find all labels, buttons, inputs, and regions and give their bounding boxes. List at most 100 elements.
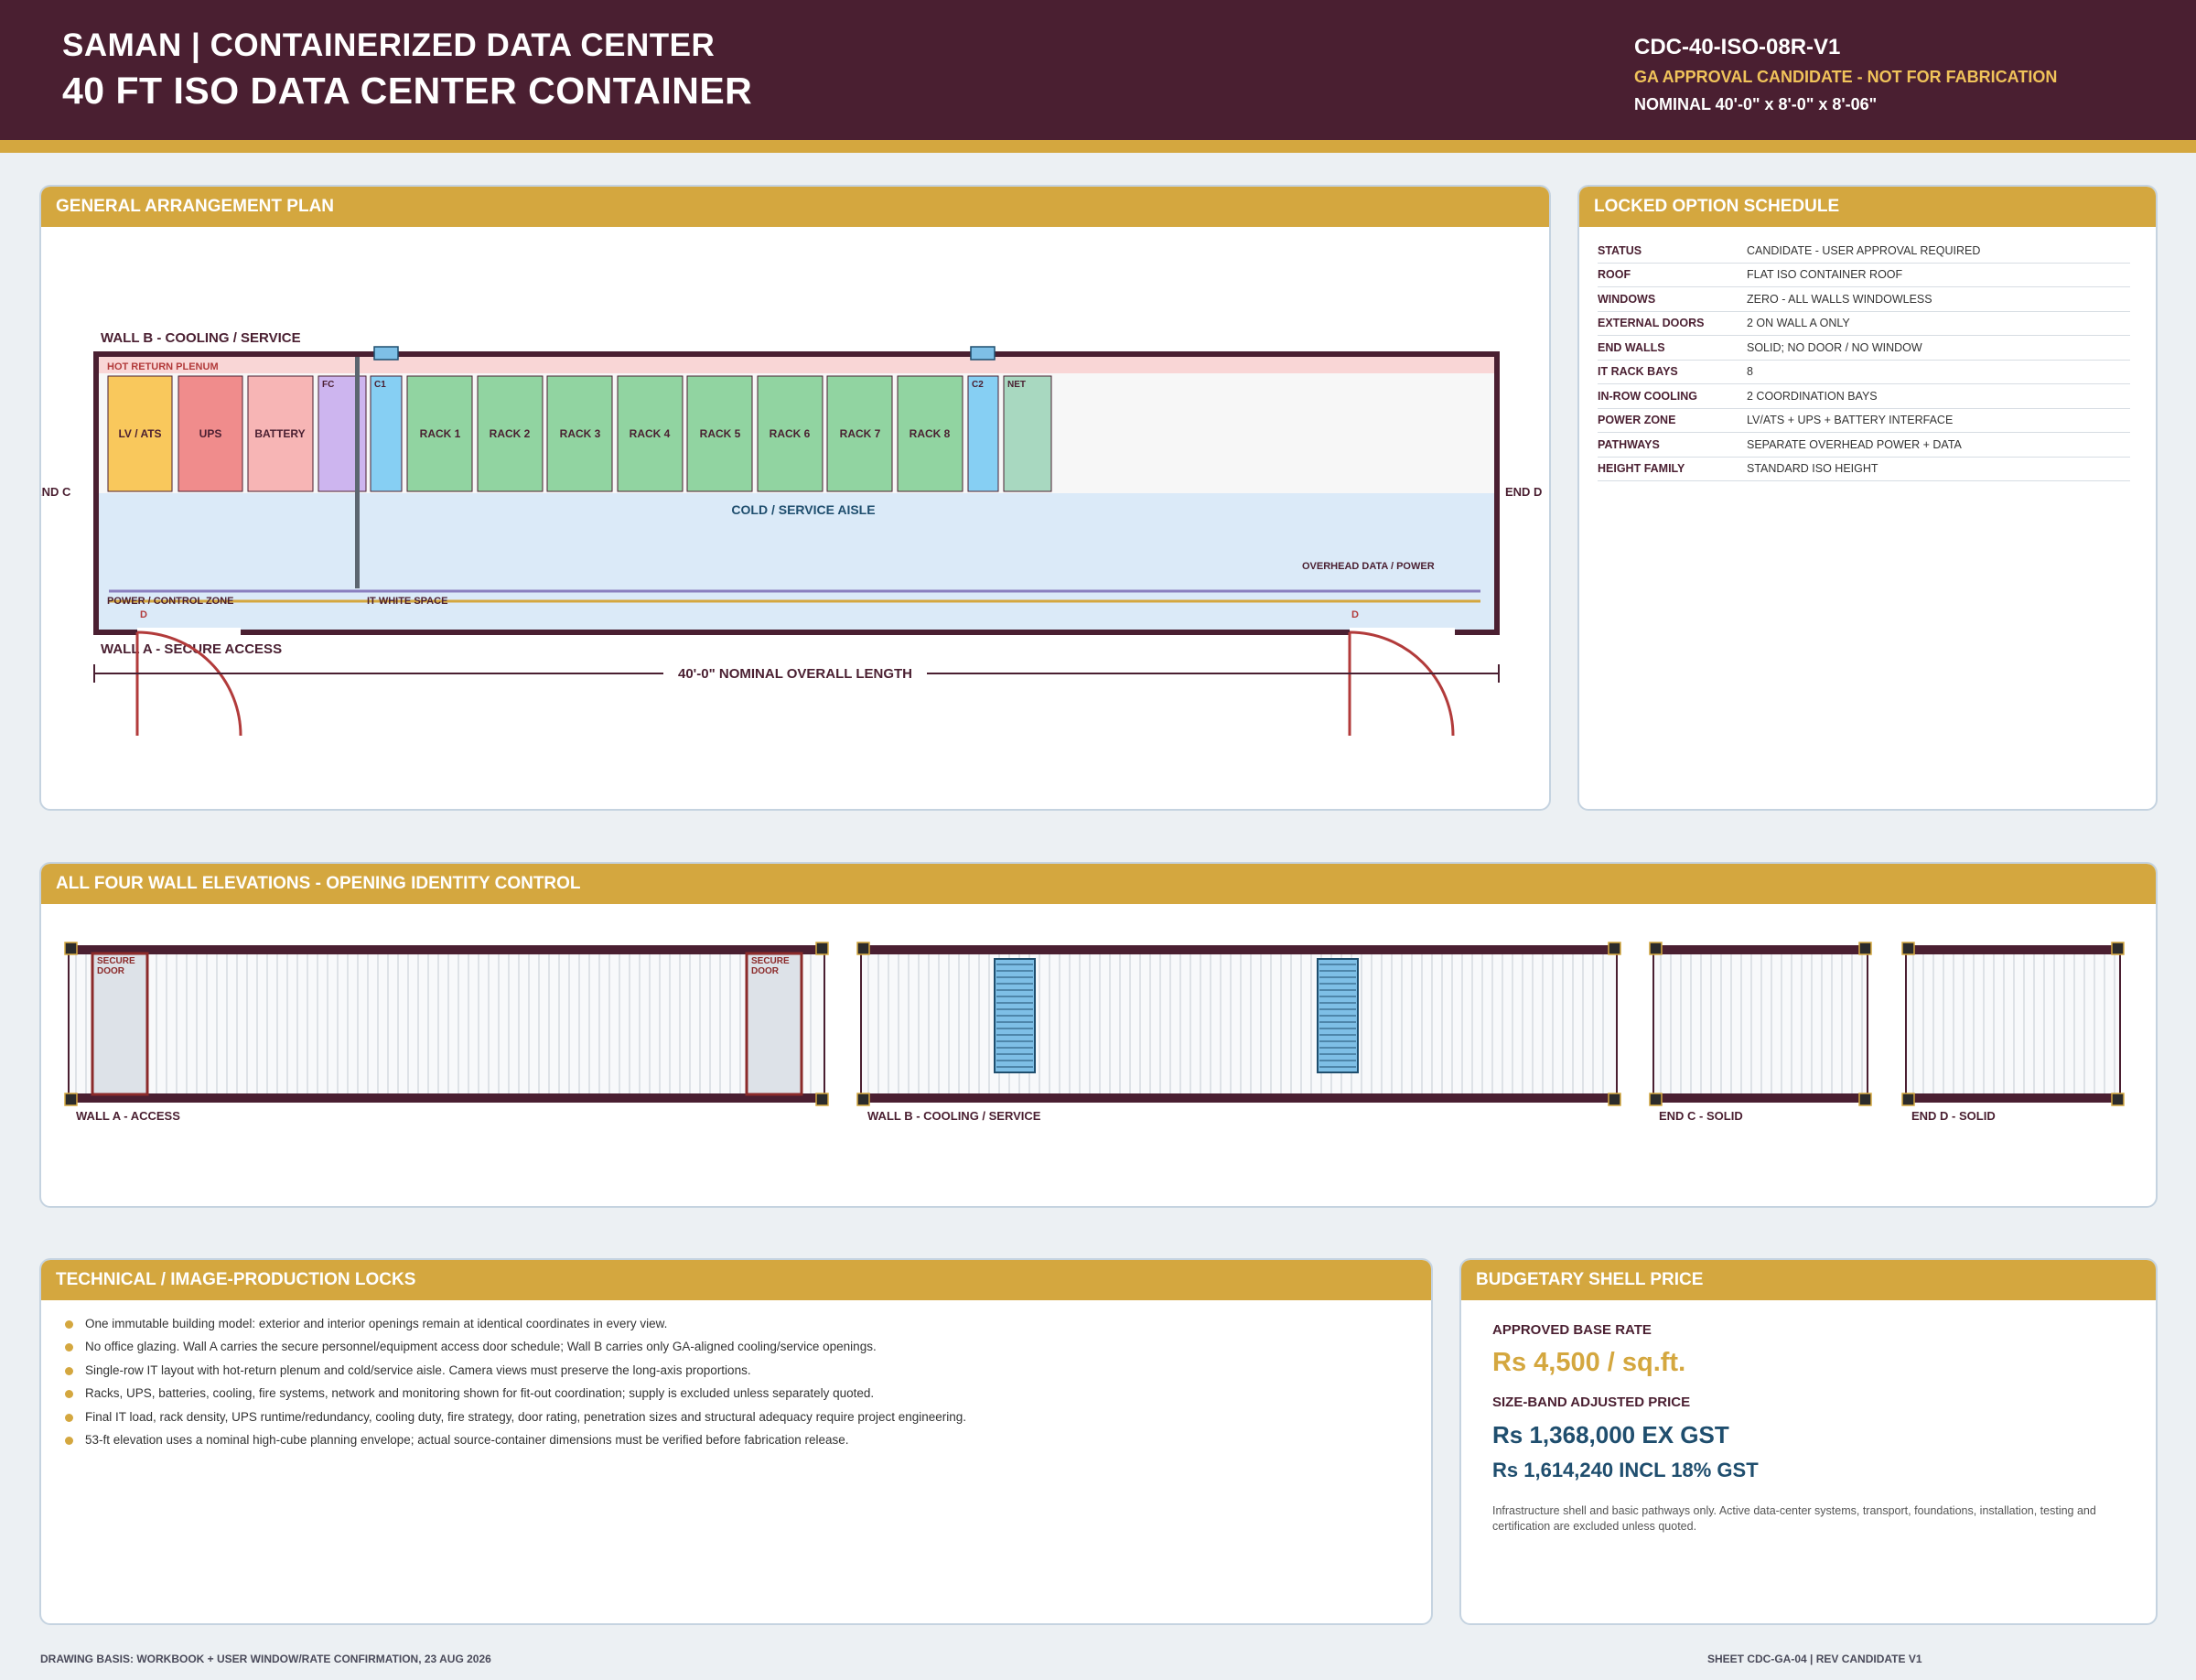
schedule-panel: LOCKED OPTION SCHEDULE STATUS CANDIDATE -…	[1577, 185, 2158, 811]
wall-b-elevation-label: WALL B - COOLING / SERVICE	[867, 1109, 1041, 1123]
cooling-louver-2	[1317, 958, 1359, 1073]
end-c-elevation	[1649, 942, 1872, 1106]
corner-casting	[64, 1093, 78, 1106]
title-block: SAMAN | CONTAINERIZED DATA CENTER 40 FT …	[0, 0, 2196, 140]
corner-casting	[815, 1093, 829, 1106]
cooling-opening-1	[373, 346, 399, 361]
wall-a-elevation	[64, 942, 829, 1106]
schedule-key: PATHWAYS	[1598, 432, 1747, 458]
schedule-value: 2 ON WALL A ONLY	[1747, 311, 2130, 336]
corner-casting	[1901, 1093, 1915, 1106]
schedule-heading: LOCKED OPTION SCHEDULE	[1579, 187, 2156, 227]
corner-casting	[856, 1093, 870, 1106]
base-rate-label: APPROVED BASE RATE	[1492, 1322, 1652, 1338]
bullet-icon	[65, 1436, 73, 1445]
list-item: One immutable building model: exterior a…	[65, 1315, 966, 1338]
table-row: STATUS CANDIDATE - USER APPROVAL REQUIRED	[1598, 239, 2130, 264]
net-block	[1003, 375, 1052, 492]
price-panel: BUDGETARY SHELL PRICE APPROVED BASE RATE…	[1459, 1258, 2158, 1625]
corner-casting	[1858, 1093, 1872, 1106]
base-rate-value: Rs 4,500 / sq.ft.	[1492, 1348, 1686, 1377]
container-body	[68, 945, 825, 1103]
top-rail	[1653, 946, 1868, 954]
elevations-drawing: SECURE DOOR SECURE DOOR WALL A - ACCESS …	[64, 942, 2125, 1123]
header-accent-stripe	[0, 140, 2196, 153]
corner-casting	[64, 942, 78, 955]
bullet-icon	[65, 1320, 73, 1329]
it-space-label: IT WHITE SPACE	[367, 596, 447, 607]
bottom-rail	[69, 1093, 824, 1102]
secure-door-1-label-2: DOOR	[97, 966, 125, 976]
corner-casting	[1649, 1093, 1663, 1106]
cooling-opening-2	[970, 346, 996, 361]
schedule-table: STATUS CANDIDATE - USER APPROVAL REQUIRED…	[1598, 239, 2130, 481]
bullet-icon	[65, 1343, 73, 1352]
schedule-key: IT RACK BAYS	[1598, 360, 1747, 384]
power-zone-label: POWER / CONTROL ZONE	[107, 596, 234, 607]
door-swing-2	[1349, 630, 1455, 737]
corner-casting	[1608, 942, 1621, 955]
schedule-value: LV/ATS + UPS + BATTERY INTERFACE	[1747, 408, 2130, 433]
c2-block	[967, 375, 999, 492]
c2-label: C2	[972, 380, 984, 390]
schedule-key: POWER ZONE	[1598, 408, 1747, 433]
schedule-key: ROOF	[1598, 263, 1747, 287]
schedule-key: IN-ROW COOLING	[1598, 383, 1747, 409]
corner-casting	[815, 942, 829, 955]
bullet-icon	[65, 1366, 73, 1375]
secure-door-2-label-2: DOOR	[751, 966, 780, 976]
fc-label: FC	[322, 380, 334, 390]
rack-3-label: RACK 3	[560, 427, 601, 440]
corner-casting	[1858, 942, 1872, 955]
list-item: 53-ft elevation uses a nominal high-cube…	[65, 1431, 966, 1454]
bullet-icon	[65, 1413, 73, 1422]
schedule-key: STATUS	[1598, 239, 1747, 264]
wall-a-elevation-label: WALL A - ACCESS	[76, 1109, 180, 1123]
end-c-label: END C	[41, 485, 71, 499]
schedule-value: SOLID; NO DOOR / NO WINDOW	[1747, 335, 2130, 361]
ups-label: UPS	[199, 427, 222, 440]
cooling-louver-1	[994, 958, 1036, 1073]
sheet-reference: SHEET CDC-GA-04 | REV CANDIDATE V1	[1707, 1653, 1922, 1665]
end-d-elevation-label: END D - SOLID	[1911, 1109, 1996, 1123]
container-body	[1652, 945, 1868, 1103]
price-heading: BUDGETARY SHELL PRICE	[1461, 1260, 2156, 1300]
table-row: PATHWAYS SEPARATE OVERHEAD POWER + DATA	[1598, 432, 2130, 458]
end-c-elevation-label: END C - SOLID	[1659, 1109, 1743, 1123]
schedule-key: WINDOWS	[1598, 286, 1747, 312]
door-tag-1: D	[140, 609, 147, 620]
drawing-basis: DRAWING BASIS: WORKBOOK + USER WINDOW/RA…	[40, 1653, 491, 1665]
corner-casting	[2111, 1093, 2125, 1106]
schedule-value: FLAT ISO CONTAINER ROOF	[1747, 263, 2130, 287]
wall-a-label: WALL A - SECURE ACCESS	[101, 641, 282, 657]
corner-casting	[1901, 942, 1915, 955]
table-row: HEIGHT FAMILY STANDARD ISO HEIGHT	[1598, 457, 2130, 481]
schedule-value: STANDARD ISO HEIGHT	[1747, 457, 2130, 481]
zone-partition	[355, 357, 360, 588]
nominal-dimensions: NOMINAL 40'-0" x 8'-0" x 8'-06"	[1634, 95, 1878, 113]
schedule-value: 2 COORDINATION BAYS	[1747, 383, 2130, 409]
corner-casting	[1649, 942, 1663, 955]
list-item: No office glazing. Wall A carries the se…	[65, 1338, 966, 1361]
schedule-key: EXTERNAL DOORS	[1598, 311, 1747, 336]
top-rail	[69, 946, 824, 954]
ga-plan-panel: GENERAL ARRANGEMENT PLAN LV / ATS UPS BA…	[39, 185, 1551, 811]
bottom-rail	[1653, 1093, 1868, 1102]
locks-heading: TECHNICAL / IMAGE-PRODUCTION LOCKS	[41, 1260, 1431, 1300]
c1-block	[370, 375, 403, 492]
schedule-value: ZERO - ALL WALLS WINDOWLESS	[1747, 286, 2130, 312]
hot-plenum-label: HOT RETURN PLENUM	[107, 361, 219, 372]
table-row: END WALLS SOLID; NO DOOR / NO WINDOW	[1598, 335, 2130, 361]
locks-panel: TECHNICAL / IMAGE-PRODUCTION LOCKS One i…	[39, 1258, 1433, 1625]
table-row: WINDOWS ZERO - ALL WALLS WINDOWLESS	[1598, 286, 2130, 312]
lv-ats-label: LV / ATS	[118, 427, 161, 440]
corner-casting	[856, 942, 870, 955]
schedule-key: HEIGHT FAMILY	[1598, 457, 1747, 481]
list-item: Racks, UPS, batteries, cooling, fire sys…	[65, 1384, 966, 1407]
schedule-value: 8	[1747, 360, 2130, 384]
hot-return-plenum	[99, 357, 1494, 373]
table-row: ROOF FLAT ISO CONTAINER ROOF	[1598, 263, 2130, 287]
corner-casting	[2111, 942, 2125, 955]
table-row: IT RACK BAYS 8	[1598, 360, 2130, 384]
secure-door-2-label: SECURE	[751, 956, 790, 966]
